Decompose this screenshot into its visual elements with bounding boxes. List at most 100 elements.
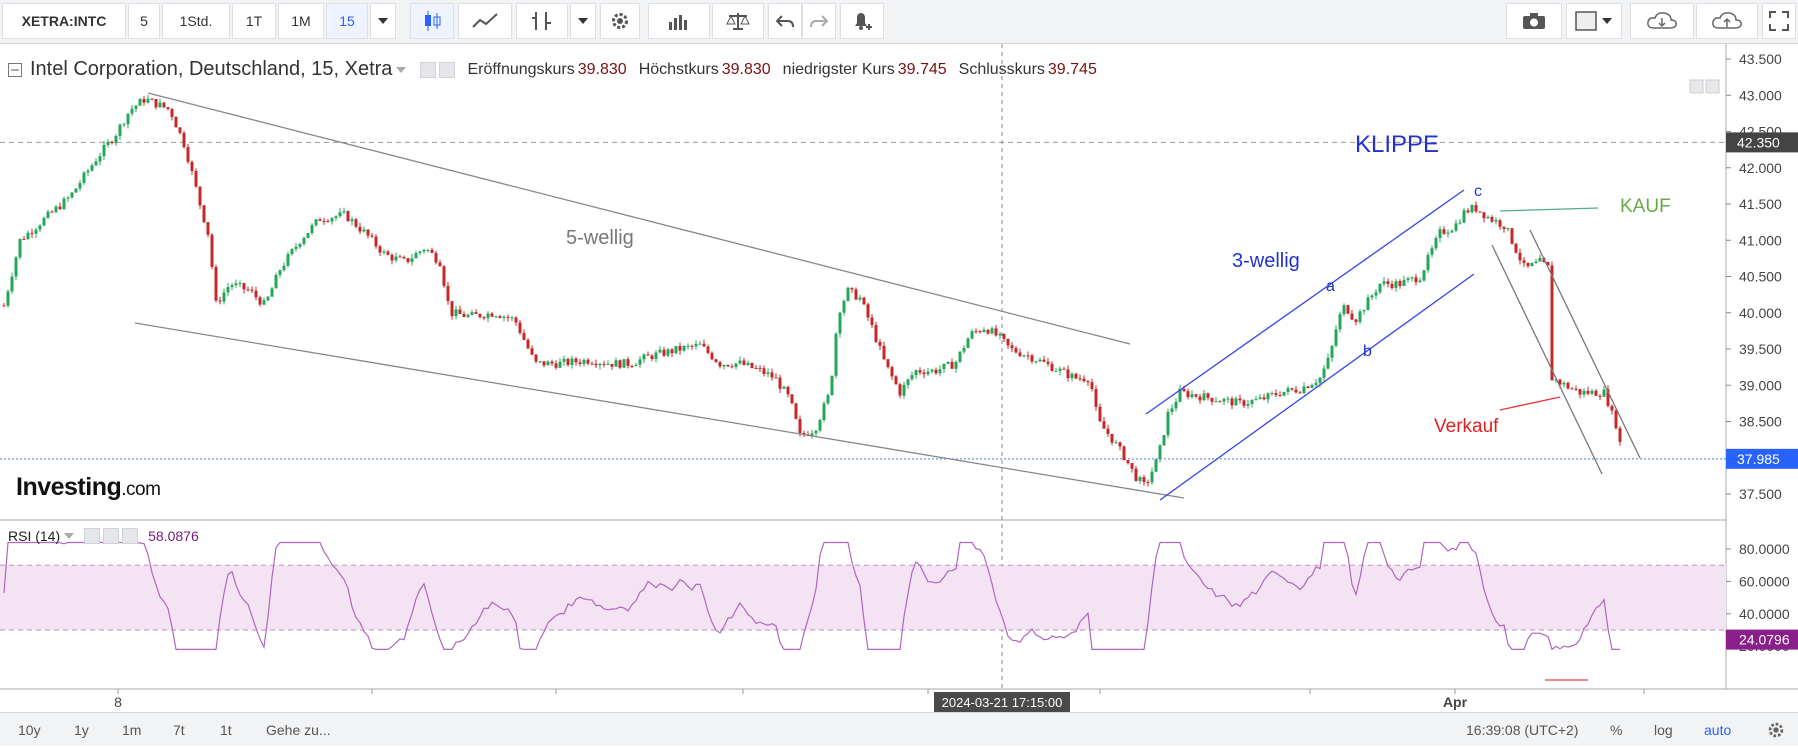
indicators-button[interactable] xyxy=(516,3,568,39)
interval-5[interactable]: 5 xyxy=(128,3,160,39)
logo-suffix: .com xyxy=(121,479,161,500)
candle-body xyxy=(210,234,214,267)
top-toolbar: XETRA:INTC 5 1Std. 1T 1M 15 xyxy=(0,0,1798,44)
chevron-down-icon[interactable] xyxy=(396,66,407,74)
candle-body xyxy=(442,266,446,286)
candle-body xyxy=(686,345,690,347)
candle-body xyxy=(958,351,962,362)
candle-body xyxy=(178,127,182,133)
candle-body xyxy=(1006,338,1010,346)
close-icon[interactable] xyxy=(122,528,139,544)
alert-button[interactable] xyxy=(840,3,884,39)
range-10y[interactable]: 10y xyxy=(18,713,41,747)
candle-body xyxy=(374,236,378,247)
candle-body xyxy=(1046,361,1050,364)
auto-toggle[interactable]: auto xyxy=(1704,713,1731,747)
gear-icon[interactable] xyxy=(439,61,456,78)
percent-toggle[interactable]: % xyxy=(1610,713,1622,747)
candle-body xyxy=(646,354,650,356)
candle-body xyxy=(386,251,390,255)
gear-icon[interactable] xyxy=(103,528,120,544)
interval-dropdown[interactable] xyxy=(370,3,396,39)
candle-body xyxy=(1270,393,1274,395)
scroll-up-icon xyxy=(1705,79,1720,94)
chevron-down-icon[interactable] xyxy=(64,532,75,540)
load-layout-button[interactable] xyxy=(1630,3,1694,39)
annotation-wave-b: b xyxy=(1363,343,1372,360)
candle-body xyxy=(638,359,642,365)
collapse-icon[interactable] xyxy=(8,62,22,77)
candle-body xyxy=(782,386,786,389)
candle-body xyxy=(1474,205,1478,212)
goto-date-button[interactable]: Gehe zu... xyxy=(266,713,331,747)
eye-icon[interactable] xyxy=(420,61,437,78)
log-toggle[interactable]: log xyxy=(1654,713,1673,747)
eye-icon[interactable] xyxy=(84,528,101,544)
compare-button[interactable] xyxy=(712,3,764,39)
save-layout-button[interactable] xyxy=(1696,3,1758,39)
candle-body xyxy=(1042,359,1046,362)
candle-body xyxy=(202,205,206,223)
candle-body xyxy=(226,287,230,293)
candle-body xyxy=(426,249,430,251)
settings-button[interactable] xyxy=(600,3,640,39)
candle-body xyxy=(122,124,126,126)
candle-body xyxy=(894,376,898,385)
candle-body xyxy=(478,313,482,318)
candle-body xyxy=(578,362,582,364)
candle-body xyxy=(1098,406,1102,422)
candle-body xyxy=(1374,292,1378,296)
candle-body xyxy=(1266,393,1270,400)
candle-body xyxy=(1370,295,1374,298)
layout-button[interactable] xyxy=(1566,3,1622,39)
candle-body xyxy=(10,276,14,292)
range-1t[interactable]: 1t xyxy=(220,713,232,747)
low-value: 39.745 xyxy=(897,60,947,78)
interval-1h[interactable]: 1Std. xyxy=(162,3,230,39)
candle-body xyxy=(154,99,158,108)
indicators-dropdown[interactable] xyxy=(570,3,596,39)
interval-1m[interactable]: 1M xyxy=(278,3,324,39)
candle-body xyxy=(862,297,866,305)
symbol-selector[interactable]: XETRA:INTC xyxy=(2,3,126,39)
candle-body xyxy=(1614,410,1618,429)
time-label-apr: Apr xyxy=(1443,694,1468,710)
candle-body xyxy=(1414,277,1418,283)
annotation-five-wave: 5-wellig xyxy=(566,227,634,249)
candle-body xyxy=(1030,355,1034,362)
range-7t[interactable]: 7t xyxy=(173,713,185,747)
high-value: 39.830 xyxy=(721,60,771,78)
undo-button[interactable] xyxy=(768,3,802,39)
redo-button[interactable] xyxy=(802,3,836,39)
candle-body xyxy=(1082,378,1086,382)
range-1m[interactable]: 1m xyxy=(122,713,141,747)
candle-body xyxy=(822,403,826,420)
candle-body xyxy=(66,197,70,199)
verkauf-line xyxy=(1499,396,1561,411)
candle-body xyxy=(2,305,6,307)
price-chart[interactable]: 43.50043.00042.50042.00041.50041.00040.5… xyxy=(0,44,1798,712)
candle-body xyxy=(710,352,714,360)
candle-body xyxy=(718,362,722,367)
studies-button[interactable] xyxy=(648,3,710,39)
candle-body xyxy=(850,287,854,290)
candle-body xyxy=(582,359,586,364)
interval-15[interactable]: 15 xyxy=(326,3,368,39)
candle-body xyxy=(1386,281,1390,284)
candle-body xyxy=(158,102,162,108)
screenshot-button[interactable] xyxy=(1506,3,1562,39)
candle-body xyxy=(1466,210,1470,213)
candle-body xyxy=(1426,254,1430,271)
candle-body xyxy=(1118,442,1122,447)
candle-body xyxy=(174,116,178,128)
candle-body xyxy=(470,312,474,315)
line-chart-button[interactable] xyxy=(458,3,512,39)
candle-body xyxy=(1122,446,1126,461)
range-1y[interactable]: 1y xyxy=(74,713,89,747)
interval-1d[interactable]: 1T xyxy=(232,3,276,39)
gear-icon[interactable] xyxy=(1766,720,1786,740)
candle-body xyxy=(1054,370,1058,372)
candles-button[interactable] xyxy=(410,3,454,39)
candle-body xyxy=(594,363,598,366)
fullscreen-button[interactable] xyxy=(1762,3,1796,39)
